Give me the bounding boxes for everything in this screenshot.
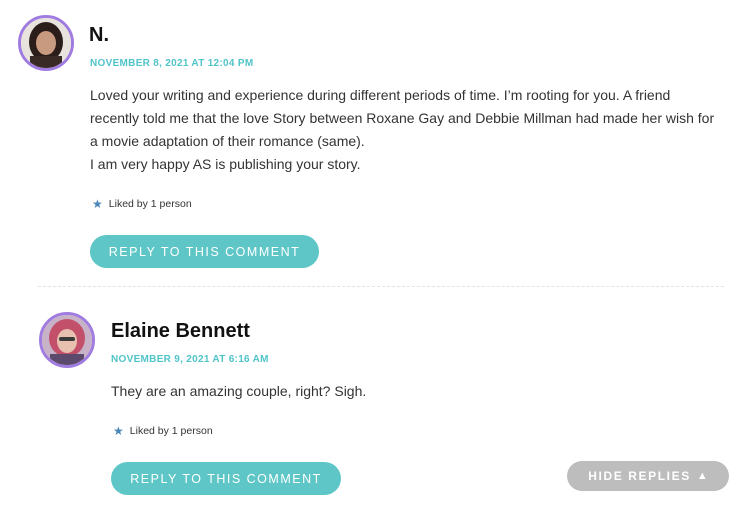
reply-button[interactable]: REPLY TO THIS COMMENT — [90, 235, 319, 268]
comment-paragraph: I am very happy AS is publishing your st… — [90, 156, 361, 172]
comment-author[interactable]: N. — [89, 24, 109, 47]
star-icon: ★ — [113, 424, 124, 438]
triangle-up-icon: ▲ — [696, 470, 708, 482]
comment-author[interactable]: Elaine Bennett — [111, 320, 250, 343]
comment-paragraph: Loved your writing and experience during… — [90, 87, 715, 149]
comment-date[interactable]: NOVEMBER 9, 2021 AT 6:16 AM — [111, 354, 269, 365]
comment-body: They are an amazing couple, right? Sigh. — [111, 380, 711, 403]
liked-by: ★ Liked by 1 person — [113, 425, 213, 437]
hide-replies-label: HIDE REPLIES — [588, 469, 691, 483]
comment-date[interactable]: NOVEMBER 8, 2021 AT 12:04 PM — [90, 58, 253, 69]
liked-by: ★ Liked by 1 person — [92, 198, 192, 210]
comment-paragraph: They are an amazing couple, right? Sigh. — [111, 383, 367, 399]
comment-body: Loved your writing and experience during… — [90, 84, 715, 176]
hide-replies-button[interactable]: HIDE REPLIES ▲ — [567, 461, 729, 491]
liked-by-text[interactable]: Liked by 1 person — [109, 198, 192, 210]
star-icon: ★ — [92, 197, 103, 211]
avatar[interactable] — [39, 312, 95, 368]
liked-by-text[interactable]: Liked by 1 person — [130, 425, 213, 437]
avatar-image — [42, 315, 92, 365]
avatar-image — [21, 18, 71, 68]
avatar[interactable] — [18, 15, 74, 71]
comment-divider — [38, 286, 724, 287]
reply-button[interactable]: REPLY TO THIS COMMENT — [111, 462, 341, 495]
